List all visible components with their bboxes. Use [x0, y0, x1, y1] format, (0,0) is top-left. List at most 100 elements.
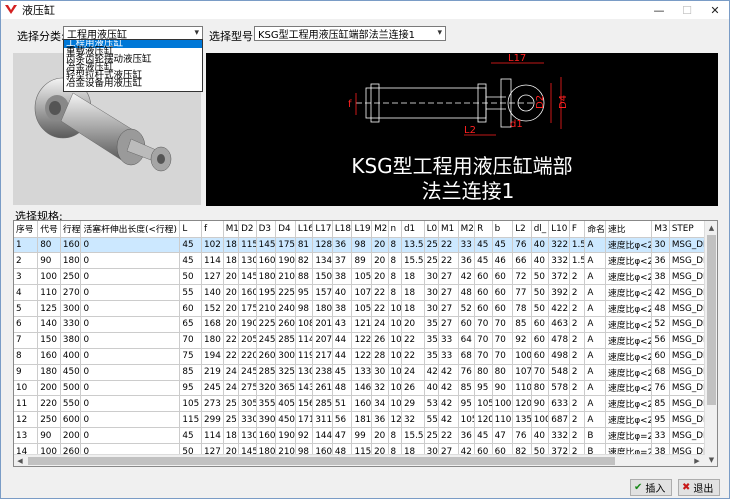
specs-grid[interactable]: 序号 代号 行程 活塞杆伸出长度(<行程) Lf M1 D2 D3 D4 L16 L17 L18 L19… — [13, 220, 718, 467]
table-cell: 25 — [424, 427, 440, 445]
table-row[interactable]: 5125300060152201752102409818038105221018… — [14, 300, 706, 317]
table-cell: 45 — [474, 427, 493, 445]
column-header[interactable]: L2 — [512, 221, 532, 238]
column-header[interactable]: 序号 — [14, 221, 39, 238]
column-header[interactable]: M2 — [458, 221, 476, 238]
checkmark-icon: ✔ — [634, 482, 643, 493]
column-header[interactable]: L — [179, 221, 203, 238]
table-row[interactable]: 13902000451141813016019092144479920815.5… — [14, 427, 706, 445]
table-cell: 44 — [332, 332, 353, 349]
table-cell: 70 — [531, 364, 550, 381]
table-cell: 34 — [371, 395, 389, 413]
model-select[interactable]: KSG型工程用液压缸端部法兰连接1 ▾ — [254, 26, 446, 41]
column-header[interactable]: D2 — [238, 221, 257, 238]
column-header[interactable]: 速比 — [605, 221, 653, 238]
chevron-down-icon[interactable]: ▾ — [437, 28, 442, 38]
table-cell: 130 — [238, 252, 257, 270]
close-button[interactable]: ✕ — [701, 1, 729, 19]
column-header[interactable]: D4 — [275, 221, 296, 238]
scroll-right-icon[interactable]: ▶ — [691, 455, 703, 466]
table-cell: 238 — [312, 364, 333, 381]
exit-button[interactable]: ✖ 退出 — [678, 479, 720, 496]
table-cell: 119 — [295, 348, 314, 365]
table-row[interactable]: 1020050009524524275320365143261481463210… — [14, 380, 706, 397]
table-cell: 548 — [548, 364, 570, 381]
column-header[interactable]: b — [492, 221, 514, 238]
table-cell: 24 — [371, 316, 389, 333]
specs-table: 序号 代号 行程 活塞杆伸出长度(<行程) Lf M1 D2 D3 D4 L16 L17 L18 L19… — [14, 221, 706, 466]
table-cell: 99 — [351, 427, 373, 445]
vertical-scroll-thumb[interactable] — [707, 235, 716, 405]
table-row[interactable]: 8160400075194222202603001192174412228102… — [14, 348, 706, 365]
maximize-button[interactable]: ☐ — [673, 1, 701, 19]
column-header[interactable]: L18 — [332, 221, 353, 238]
column-header[interactable]: L16 — [295, 221, 314, 238]
scroll-up-icon[interactable]: ▲ — [705, 221, 717, 234]
table-cell: 40 — [531, 252, 550, 270]
table-cell: 105 — [474, 395, 493, 413]
column-header[interactable]: f — [201, 221, 224, 238]
table-cell: 285 — [256, 364, 277, 381]
table-cell: 10 — [388, 364, 402, 381]
table-cell: 22 — [223, 348, 240, 365]
table-row[interactable]: 1122055001052732530535540515628551160341… — [14, 395, 706, 413]
table-cell: 速度比φ<2 — [605, 316, 653, 333]
table-row[interactable]: 4110270055140201601952259515740107228183… — [14, 284, 706, 302]
column-header[interactable]: d1 — [401, 221, 425, 238]
table-cell: 60 — [179, 300, 203, 317]
table-cell: 22 — [401, 348, 425, 365]
column-header[interactable]: M2 — [371, 221, 389, 238]
column-header[interactable]: L10 — [548, 221, 570, 238]
chevron-down-icon[interactable]: ▾ — [194, 28, 199, 38]
category-dropdown-list[interactable]: 工程用液压缸 重载液压缸 齿条齿轮摆动液压缸 冶金液压缸 轻型拉杆式液压缸 冶金… — [63, 39, 203, 92]
table-cell: 143 — [295, 380, 314, 397]
scroll-left-icon[interactable]: ◀ — [14, 455, 26, 466]
scroll-down-icon[interactable]: ▼ — [705, 453, 717, 466]
column-header[interactable]: L19 — [351, 221, 373, 238]
column-header[interactable]: 命名 — [584, 221, 606, 238]
table-cell: 8 — [388, 268, 402, 286]
table-cell: 2 — [569, 364, 586, 381]
horizontal-scroll-thumb[interactable] — [28, 457, 615, 465]
table-row[interactable]: 2901800451141813016019082134378920815.52… — [14, 252, 706, 270]
minimize-button[interactable]: — — [645, 1, 673, 19]
column-header[interactable]: F — [569, 221, 586, 238]
table-cell: 33 — [651, 427, 670, 445]
table-cell: 70 — [179, 332, 203, 349]
table-cell: 422 — [548, 300, 570, 317]
table-cell: 2 — [569, 427, 586, 445]
column-header[interactable]: M3 — [651, 221, 670, 238]
column-header[interactable]: L17 — [312, 221, 333, 238]
vertical-scrollbar[interactable]: ▲ ▼ — [704, 221, 717, 466]
table-cell: 578 — [548, 380, 570, 397]
column-header[interactable]: M1 — [438, 221, 459, 238]
table-cell: 80 — [531, 380, 550, 397]
column-header[interactable]: 代号 — [37, 221, 61, 238]
column-header[interactable]: 行程 — [60, 221, 82, 238]
table-cell: 305 — [238, 395, 257, 413]
column-header[interactable]: R — [474, 221, 493, 238]
table-row[interactable]: 7150380070180222052452851142074412226102… — [14, 332, 706, 349]
dropdown-option[interactable]: 冶金设备用液压缸 — [64, 79, 202, 89]
table-cell: 18 — [401, 268, 425, 286]
table-row[interactable]: 3100250050127201451802108815038105208183… — [14, 268, 706, 286]
column-header[interactable]: M1 — [223, 221, 240, 238]
table-cell: 687 — [548, 411, 570, 429]
table-cell: 180 — [201, 332, 224, 349]
insert-button[interactable]: ✔ 插入 — [630, 479, 672, 496]
column-header[interactable]: L0 — [424, 221, 440, 238]
table-row[interactable]: 1225060001152992533039045017131156181361… — [14, 411, 706, 429]
column-header[interactable]: STEP — [669, 221, 706, 238]
table-row[interactable]: 1801600451021811514517581128369820813.52… — [14, 237, 706, 254]
horizontal-scrollbar[interactable]: ◀ ▶ — [14, 454, 705, 466]
column-header[interactable]: 活塞杆伸出长度(<行程) — [80, 221, 181, 238]
table-cell: 45 — [179, 252, 203, 270]
table-cell: 42 — [438, 395, 459, 413]
column-header[interactable]: dl_ — [531, 221, 550, 238]
table-row[interactable]: 9180450085219242452853251302384513330102… — [14, 364, 706, 381]
table-row[interactable]: 6140330065168201902252601082014312124102… — [14, 316, 706, 333]
table-cell: 128 — [312, 237, 333, 254]
column-header[interactable]: n — [388, 221, 402, 238]
column-header[interactable]: D3 — [256, 221, 277, 238]
table-cell: 600 — [60, 411, 82, 429]
